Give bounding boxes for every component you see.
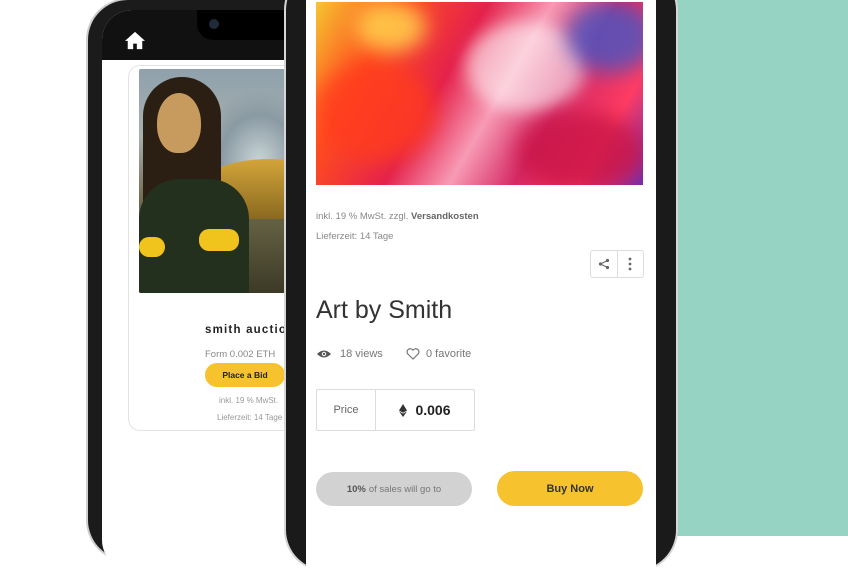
home-icon[interactable] [124, 30, 146, 50]
price-value: 0.006 [376, 390, 474, 430]
favorites-label: 0 favorite [426, 348, 472, 360]
price-amount: 0.006 [415, 402, 451, 418]
card-delivery-text: Lieferzeit: 14 Tage [217, 413, 283, 422]
delivery-text: Lieferzeit: 14 Tage [316, 231, 394, 242]
card-price-from: Form 0.002 ETH [205, 349, 276, 360]
card-vat-text: inkl. 19 % MwSt. [219, 396, 279, 405]
eye-icon [317, 350, 331, 358]
price-label: Price [317, 390, 376, 430]
royalty-percent: 10% [346, 483, 366, 495]
royalty-text: of sales will go to [368, 483, 442, 495]
shipping-costs-link[interactable]: Versandkosten [411, 211, 479, 222]
camera [209, 19, 219, 29]
buy-now-button[interactable]: Buy Now [497, 471, 643, 506]
teal-background-panel [676, 0, 848, 536]
favorites-count[interactable]: 0 favorite [406, 348, 471, 360]
more-options-button[interactable] [616, 251, 644, 277]
place-bid-button[interactable]: Place a Bid [205, 363, 285, 387]
front-phone-screen: inkl. 19 % MwSt. zzgl. Versandkosten Lie… [306, 0, 656, 570]
vat-text: inkl. 19 % MwSt. zzgl. Versandkosten [316, 211, 479, 222]
price-box: Price 0.006 [316, 389, 475, 431]
more-vertical-icon [628, 257, 632, 271]
views-count: 18 views [316, 348, 383, 360]
artwork-image[interactable] [316, 2, 643, 185]
ethereum-icon [399, 403, 408, 417]
views-label: 18 views [340, 348, 383, 360]
heart-icon [406, 348, 420, 360]
royalty-info-pill: 10% of sales will go to [316, 472, 472, 506]
vat-prefix: inkl. 19 % MwSt. zzgl. [316, 211, 409, 222]
front-phone: inkl. 19 % MwSt. zzgl. Versandkosten Lie… [286, 0, 676, 570]
artwork-title: Art by Smith [316, 296, 453, 324]
share-icon [598, 258, 609, 270]
card-title: smith auctio [205, 324, 288, 336]
action-buttons [590, 250, 644, 278]
share-button[interactable] [591, 251, 617, 277]
